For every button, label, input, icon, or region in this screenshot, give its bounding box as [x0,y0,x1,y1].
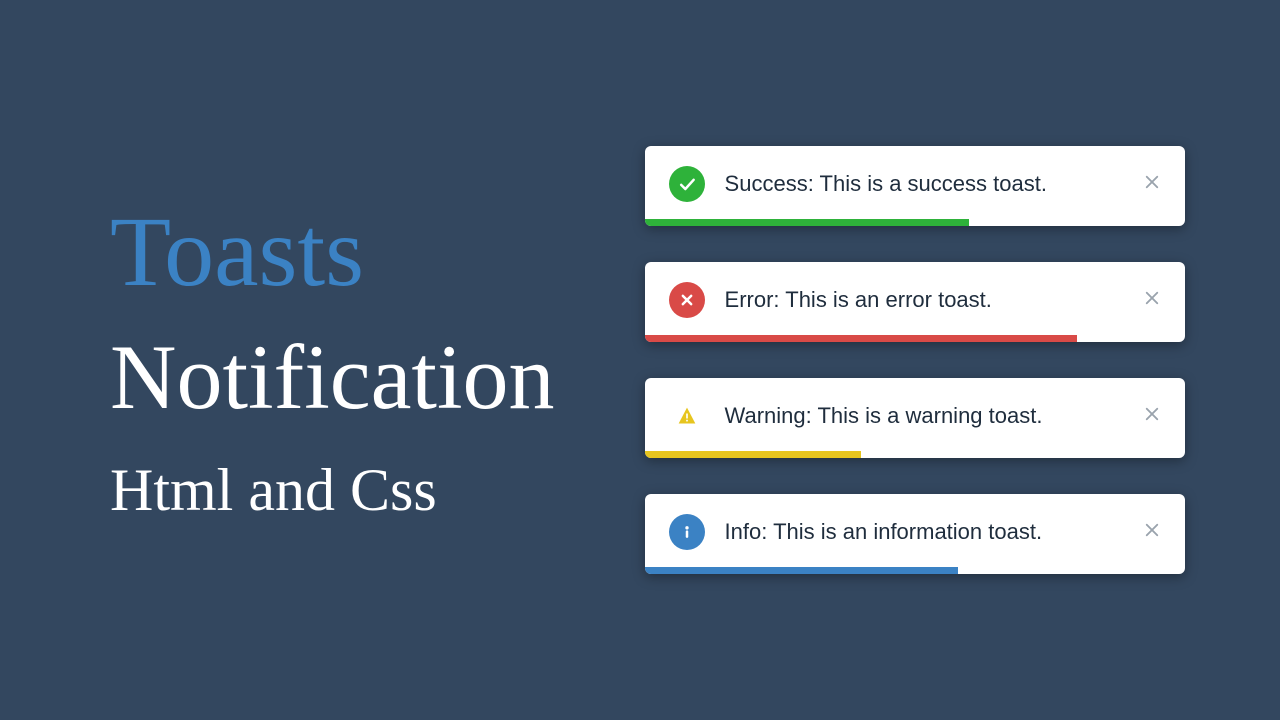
close-button[interactable] [1143,173,1161,196]
x-circle-icon [669,282,705,318]
info-circle-icon [669,514,705,550]
toast-stack: Success: This is a success toast. Error:… [585,146,1280,574]
close-button[interactable] [1143,521,1161,544]
toast-success: Success: This is a success toast. [645,146,1185,226]
toast-progress [645,335,1077,342]
toast-progress [645,567,958,574]
toast-progress [645,219,969,226]
warning-triangle-icon [669,398,705,434]
toast-message: Success: This is a success toast. [725,171,1123,197]
check-circle-icon [669,166,705,202]
title-line-3: Html and Css [110,457,555,523]
toast-message: Info: This is an information toast. [725,519,1123,545]
title-block: Toasts Notification Html and Css [0,197,585,522]
title-line-2: Notification [110,327,555,428]
title-line-1: Toasts [110,197,555,307]
toast-error: Error: This is an error toast. [645,262,1185,342]
toast-message: Error: This is an error toast. [725,287,1123,313]
close-button[interactable] [1143,289,1161,312]
close-button[interactable] [1143,405,1161,428]
toast-message: Warning: This is a warning toast. [725,403,1123,429]
toast-warning: Warning: This is a warning toast. [645,378,1185,458]
toast-progress [645,451,861,458]
toast-info: Info: This is an information toast. [645,494,1185,574]
